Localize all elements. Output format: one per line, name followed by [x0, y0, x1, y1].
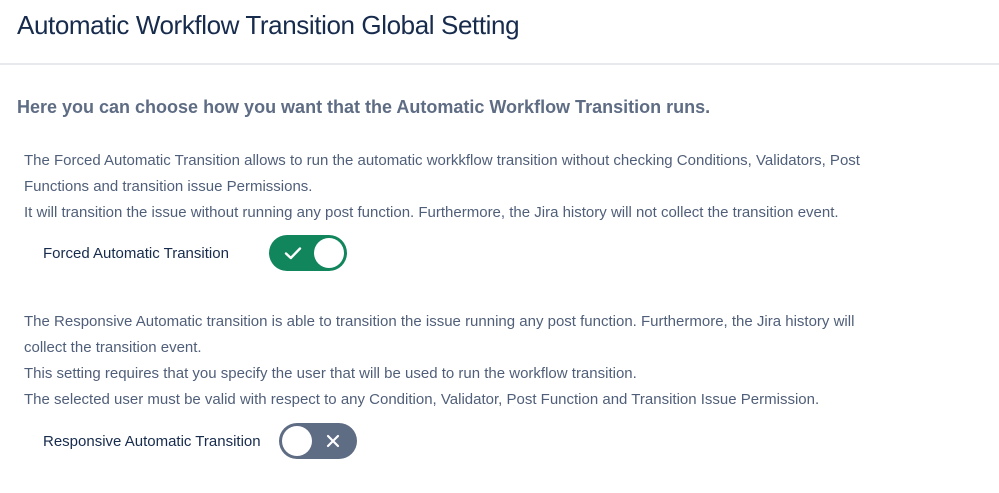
forced-description-line: It will transition the issue without run…	[24, 204, 839, 221]
intro-heading: Here you can choose how you want that th…	[17, 97, 711, 117]
forced-description-line: Functions and transition issue Permissio…	[24, 178, 313, 195]
responsive-transition-section: The Responsive Automatic transition is a…	[24, 309, 974, 459]
forced-transition-section: The Forced Automatic Transition allows t…	[24, 148, 974, 271]
page-title: Automatic Workflow Transition Global Set…	[17, 10, 520, 40]
responsive-description-line: The selected user must be valid with res…	[24, 391, 820, 408]
check-icon	[279, 235, 307, 271]
responsive-automatic-transition-toggle[interactable]	[278, 423, 357, 459]
forced-description-line: The Forced Automatic Transition allows t…	[24, 152, 860, 169]
page-header: Automatic Workflow Transition Global Set…	[0, 0, 999, 65]
forced-automatic-transition-label: Forced Automatic Transition	[43, 244, 229, 262]
responsive-setting-row: Responsive Automatic Transition	[43, 423, 974, 459]
toggle-knob	[281, 426, 312, 456]
responsive-automatic-transition-label: Responsive Automatic Transition	[43, 432, 261, 450]
close-icon	[319, 423, 347, 459]
forced-automatic-transition-toggle[interactable]	[268, 235, 347, 271]
toggle-knob	[313, 238, 344, 268]
forced-setting-row: Forced Automatic Transition	[43, 235, 974, 271]
responsive-description-line: collect the transition event.	[24, 339, 202, 356]
responsive-description-line: This setting requires that you specify t…	[24, 365, 637, 382]
responsive-description-line: The Responsive Automatic transition is a…	[24, 313, 855, 330]
